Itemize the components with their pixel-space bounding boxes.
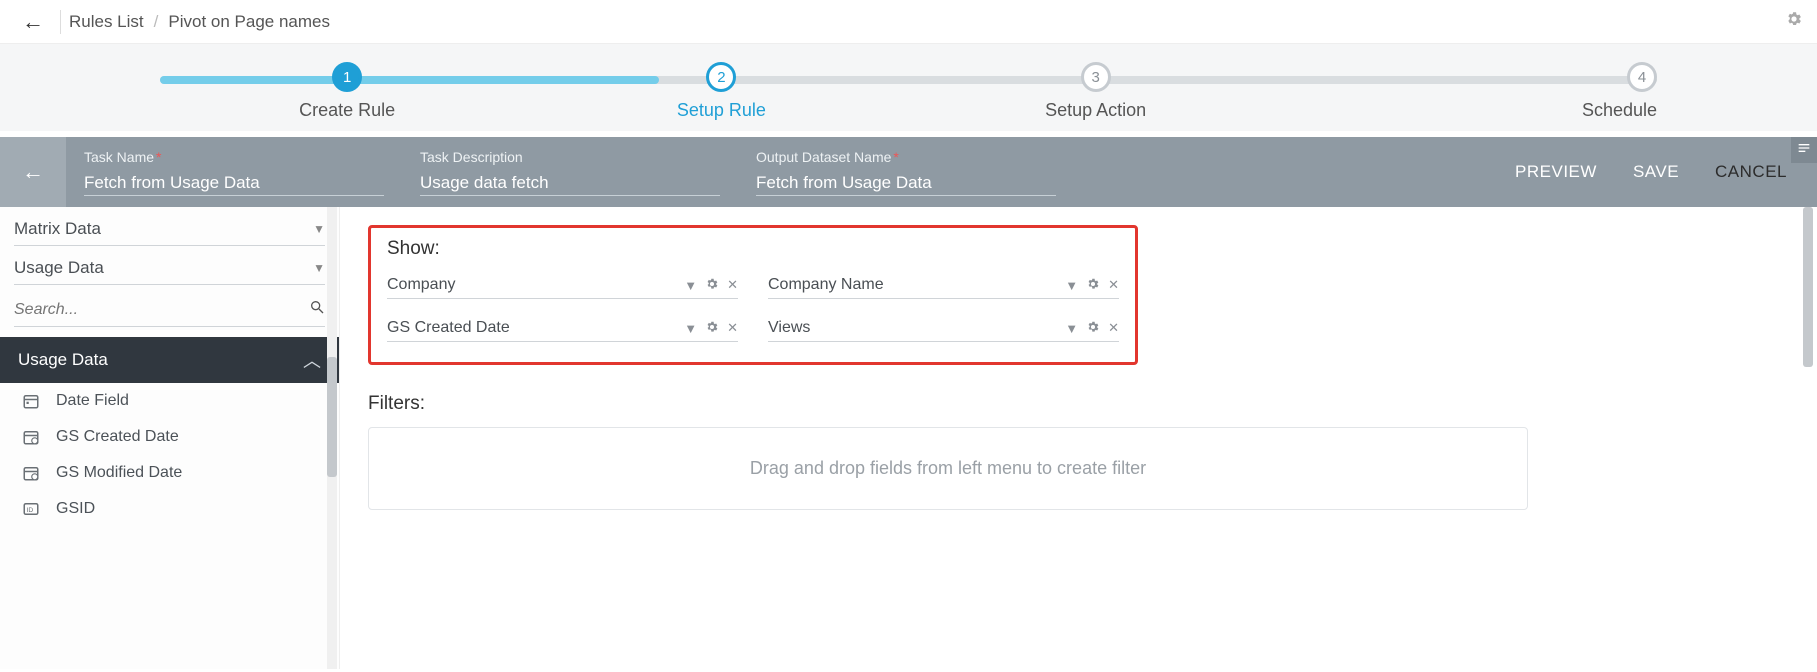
task-name-field: Task Name* [66,137,402,207]
field-item-gs-modified-date[interactable]: GS Modified Date [0,455,339,491]
caret-down-icon: ▼ [313,261,325,275]
field-label: Date Field [56,392,129,410]
output-dataset-input[interactable] [756,171,1056,196]
task-desc-label: Task Description [420,149,720,165]
remove-icon[interactable]: ✕ [727,320,738,336]
step-setup-rule[interactable]: 2 Setup Rule [534,62,908,121]
step-setup-action[interactable]: 3 Setup Action [909,62,1283,121]
field-label: GSID [56,500,95,518]
calendar-clock-icon [20,463,42,483]
source-select-2-value: Usage Data [14,258,313,278]
chip-label: Company [387,276,676,294]
settings-gear-icon[interactable] [1785,10,1803,33]
show-fields-box: Show: Company ▼ ✕ Company Name ▼ ✕ GS Cr… [368,225,1138,365]
task-desc-field: Task Description [402,137,738,207]
show-field-company[interactable]: Company ▼ ✕ [387,272,738,299]
chip-label: GS Created Date [387,319,676,337]
calendar-icon [20,391,42,411]
preview-button[interactable]: PREVIEW [1515,162,1597,182]
category-label: Usage Data [18,350,108,370]
rule-canvas: Show: Company ▼ ✕ Company Name ▼ ✕ GS Cr… [340,207,1817,669]
field-search-input[interactable] [14,301,309,319]
caret-down-icon[interactable]: ▼ [684,321,697,336]
step-create-rule[interactable]: 1 Create Rule [160,62,534,121]
svg-text:ID: ID [27,507,34,514]
field-label: GS Modified Date [56,464,182,482]
filters-dropzone[interactable]: Drag and drop fields from left menu to c… [368,427,1528,510]
task-name-label: Task Name [84,149,154,165]
breadcrumb-root[interactable]: Rules List [69,12,144,32]
main-scrollbar[interactable] [1803,207,1813,669]
source-select-1-value: Matrix Data [14,219,313,239]
caret-down-icon: ▼ [313,222,325,236]
step-number: 2 [706,62,736,92]
save-button[interactable]: SAVE [1633,162,1679,182]
gear-icon[interactable] [705,320,719,337]
category-usage-data[interactable]: Usage Data ︿ [0,337,339,383]
breadcrumb-sep: / [154,12,159,32]
field-label: GS Created Date [56,428,179,446]
step-label: Schedule [1582,100,1657,121]
step-number: 4 [1627,62,1657,92]
breadcrumb-current: Pivot on Page names [168,12,330,32]
field-search [14,299,325,327]
gear-icon[interactable] [1086,277,1100,294]
output-dataset-label: Output Dataset Name [756,149,891,165]
source-select-2[interactable]: Usage Data ▼ [14,258,325,285]
field-item-date-field[interactable]: Date Field [0,383,339,419]
remove-icon[interactable]: ✕ [727,277,738,293]
filters-section-title: Filters: [368,393,1789,415]
step-number: 3 [1081,62,1111,92]
task-name-input[interactable] [84,171,384,196]
step-schedule[interactable]: 4 Schedule [1283,62,1657,121]
breadcrumb: Rules List / Pivot on Page names [69,12,330,32]
field-item-gsid[interactable]: ID GSID [0,491,339,527]
sidebar-scrollbar[interactable] [327,207,337,669]
step-label: Setup Rule [677,100,766,121]
step-number: 1 [332,62,362,92]
step-label: Create Rule [299,100,395,121]
source-select-1[interactable]: Matrix Data ▼ [14,219,325,246]
task-config-bar: ← Task Name* Task Description Output Dat… [0,137,1817,207]
wizard-stepper: 1 Create Rule 2 Setup Rule 3 Setup Actio… [160,62,1657,121]
gear-icon[interactable] [705,277,719,294]
gear-icon[interactable] [1086,320,1100,337]
caret-down-icon[interactable]: ▼ [1065,278,1078,293]
show-section-title: Show: [387,238,1119,260]
cancel-button[interactable]: CANCEL [1715,162,1787,182]
search-icon[interactable] [309,299,325,320]
caret-down-icon[interactable]: ▼ [1065,321,1078,336]
filters-placeholder-text: Drag and drop fields from left menu to c… [750,458,1146,478]
chip-label: Company Name [768,276,1057,294]
chevron-up-icon: ︿ [303,347,321,373]
expand-sidepanel-icon[interactable] [1791,137,1817,163]
caret-down-icon[interactable]: ▼ [684,278,697,293]
remove-icon[interactable]: ✕ [1108,320,1119,336]
step-label: Setup Action [1045,100,1146,121]
chip-label: Views [768,319,1057,337]
task-back-button[interactable]: ← [0,137,66,207]
divider [60,10,61,34]
id-icon: ID [20,499,42,519]
back-arrow[interactable]: ← [14,5,52,39]
show-field-company-name[interactable]: Company Name ▼ ✕ [768,272,1119,299]
calendar-clock-icon [20,427,42,447]
show-field-views[interactable]: Views ▼ ✕ [768,315,1119,342]
remove-icon[interactable]: ✕ [1108,277,1119,293]
show-field-gs-created-date[interactable]: GS Created Date ▼ ✕ [387,315,738,342]
output-dataset-field: Output Dataset Name* [738,137,1074,207]
fields-sidebar: Matrix Data ▼ Usage Data ▼ Usage Data ︿ … [0,207,340,669]
field-item-gs-created-date[interactable]: GS Created Date [0,419,339,455]
task-desc-input[interactable] [420,171,720,196]
